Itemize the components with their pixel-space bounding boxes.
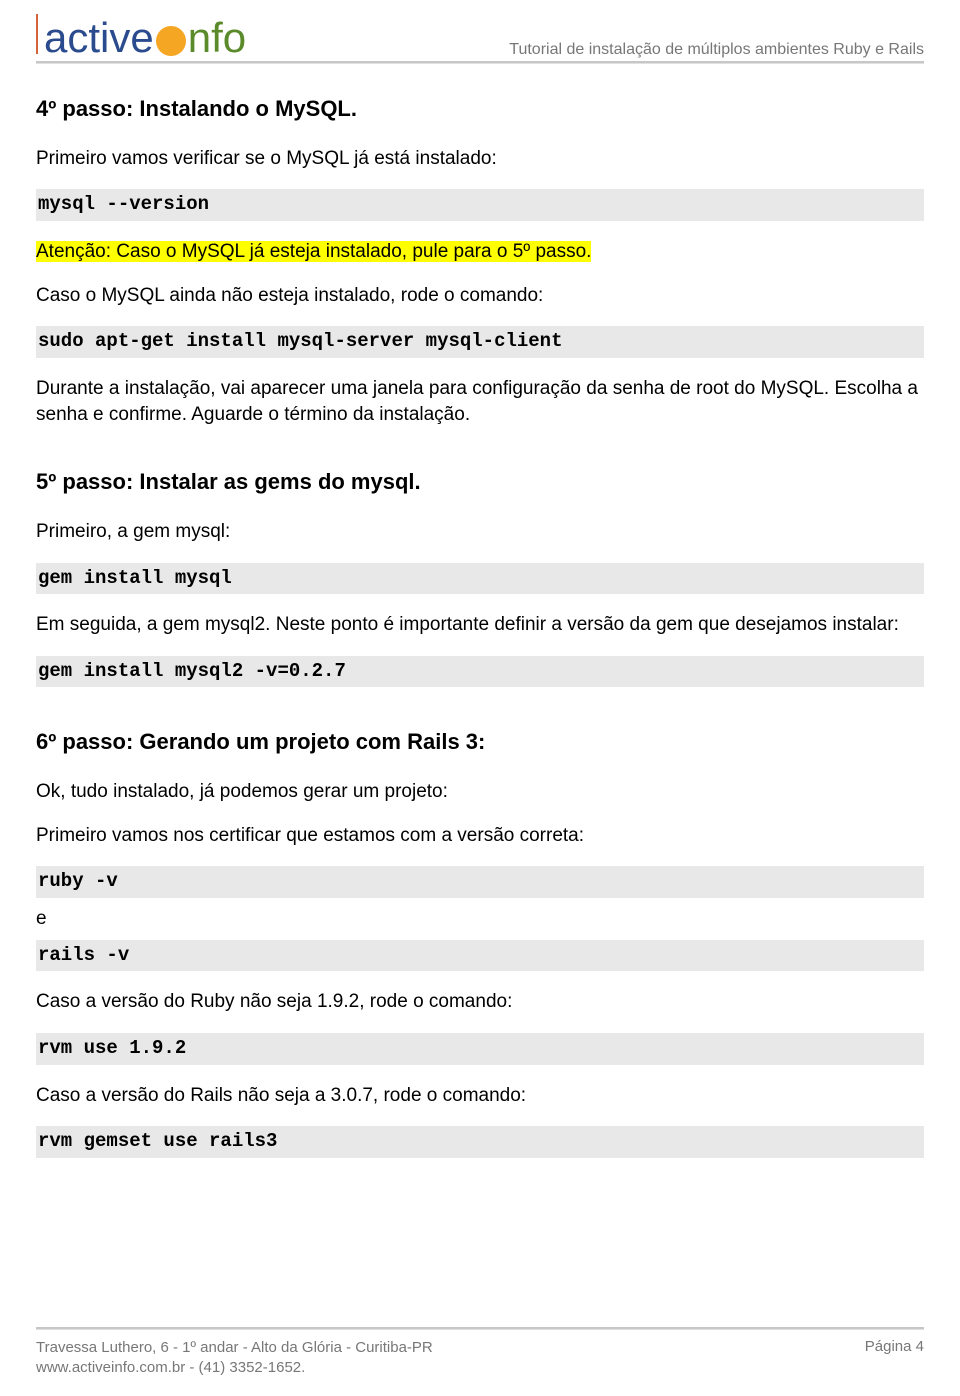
code-rvm-use: rvm use 1.9.2 [36,1033,924,1065]
step5-heading: 5º passo: Instalar as gems do mysql. [36,467,924,497]
logo-text-info: nfo [188,17,246,59]
logo-text-active: active [44,17,154,59]
footer-rule [36,1327,924,1330]
document-content: 4º passo: Instalando o MySQL. Primeiro v… [36,94,924,1158]
logo-separator-icon [36,14,38,54]
logo-dot-icon [156,26,186,56]
step6-p2: Primeiro vamos nos certificar que estamo… [36,823,924,849]
step6-p4: Caso a versão do Rails não seja a 3.0.7,… [36,1083,924,1109]
step4-heading: 4º passo: Instalando o MySQL. [36,94,924,124]
code-ruby-v: ruby -v [36,866,924,898]
step6-p1: Ok, tudo instalado, já podemos gerar um … [36,779,924,805]
step6-heading: 6º passo: Gerando um projeto com Rails 3… [36,727,924,757]
code-gem-mysql2: gem install mysql2 -v=0.2.7 [36,656,924,688]
tutorial-title: Tutorial de instalação de múltiplos ambi… [509,41,924,59]
step4-p2: Caso o MySQL ainda não esteja instalado,… [36,283,924,309]
step5-p1: Primeiro, a gem mysql: [36,519,924,545]
code-rails-v: rails -v [36,940,924,972]
step6-e: e [36,906,924,932]
code-rvm-gemset: rvm gemset use rails3 [36,1126,924,1158]
footer-address: Travessa Luthero, 6 - 1º andar - Alto da… [36,1338,433,1358]
header-rule [36,61,924,64]
step6-p3: Caso a versão do Ruby não seja 1.9.2, ro… [36,989,924,1015]
code-apt-install: sudo apt-get install mysql-server mysql-… [36,326,924,358]
attention-highlight: Atenção: Caso o MySQL já esteja instalad… [36,241,591,262]
step4-p3: Durante a instalação, vai aparecer uma j… [36,376,924,427]
step4-intro: Primeiro vamos verificar se o MySQL já e… [36,146,924,172]
page-number: Página 4 [865,1338,924,1379]
code-mysql-version: mysql --version [36,189,924,221]
footer: Travessa Luthero, 6 - 1º andar - Alto da… [36,1327,924,1379]
company-logo: active nfo [36,12,246,59]
code-gem-mysql: gem install mysql [36,563,924,595]
step5-p2: Em seguida, a gem mysql2. Neste ponto é … [36,612,924,638]
footer-contact: www.activeinfo.com.br - (41) 3352-1652. [36,1358,433,1378]
